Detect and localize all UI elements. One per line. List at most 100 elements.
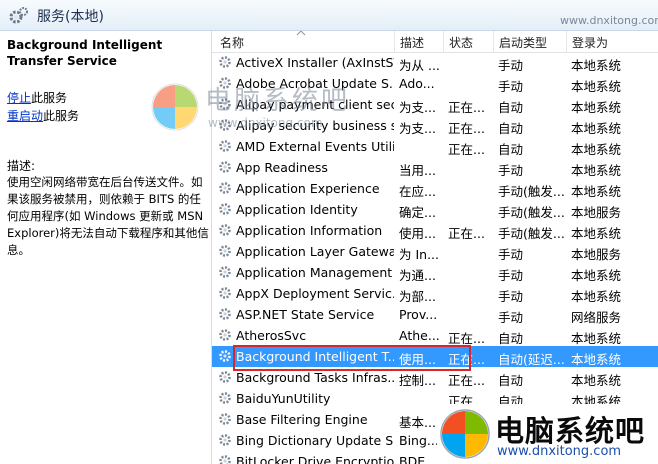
service-startup-cell: 手动: [498, 58, 524, 73]
service-row[interactable]: Application Experience 在应... 手动(触发... 本地系统: [212, 178, 658, 199]
service-name-cell: Background Intelligent T...: [236, 349, 394, 364]
service-description-cell: Prov...: [399, 307, 438, 322]
service-row[interactable]: Background Intelligent T... 使用... 正在... 自动(…: [212, 346, 658, 367]
service-status-cell: 正在...: [448, 331, 485, 346]
column-divider[interactable]: [394, 31, 395, 52]
service-status-cell: 正在...: [448, 142, 485, 157]
service-startup-cell: 手动: [498, 247, 524, 262]
service-gear-icon: [219, 287, 231, 299]
service-logon-cell: 本地系统: [571, 331, 622, 346]
service-logon-cell: 本地系统: [571, 289, 622, 304]
stop-service-suffix: 此服务: [31, 91, 68, 105]
service-gear-icon: [219, 308, 231, 320]
column-description-header[interactable]: 描述: [400, 34, 424, 51]
service-name-cell: Application Information: [236, 223, 383, 238]
service-row[interactable]: Application Management 为通... 手动 本地系统: [212, 262, 658, 283]
service-row[interactable]: AppX Deployment Servic... 为部... 手动 本地系统: [212, 283, 658, 304]
column-divider[interactable]: [493, 31, 494, 52]
watermark-center: 电脑系统吧 www.dnxitong.com: [150, 78, 370, 138]
service-startup-cell: 手动(触发...: [498, 205, 565, 220]
service-logon-cell: 本地系统: [571, 142, 622, 157]
service-row[interactable]: Application Information 使用... 正在... 手动(触发..…: [212, 220, 658, 241]
stop-service-action: 停止此服务: [7, 89, 67, 106]
service-row[interactable]: App Readiness 当用... 手动 本地系统: [212, 157, 658, 178]
service-description-cell: 当用...: [399, 163, 436, 178]
stop-service-link[interactable]: 停止: [7, 91, 31, 105]
service-startup-cell: 自动: [498, 373, 524, 388]
service-status-cell: 正在...: [448, 352, 485, 367]
service-gear-icon: [219, 371, 231, 383]
watermark-top-url: www.dnxitong.com: [560, 14, 658, 27]
watermark-center-title: 电脑系统吧: [205, 86, 351, 116]
service-gear-icon: [219, 392, 231, 404]
service-logon-cell: 本地系统: [571, 100, 622, 115]
service-gear-icon: [219, 245, 231, 257]
service-logon-cell: 本地系统: [571, 58, 622, 73]
service-startup-cell: 手动: [498, 163, 524, 178]
service-gear-icon: [219, 434, 231, 446]
service-logon-cell: 本地系统: [571, 163, 622, 178]
service-gear-icon: [219, 203, 231, 215]
service-name-cell: BaiduYunUtility: [236, 391, 331, 406]
column-status-header[interactable]: 状态: [449, 34, 473, 51]
service-gear-icon: [219, 56, 231, 68]
restart-service-link[interactable]: 重启动: [7, 109, 43, 123]
column-logon-header[interactable]: 登录为: [572, 34, 608, 51]
service-description-cell: 为支...: [399, 121, 436, 136]
service-description-cell: Athe...: [399, 328, 440, 343]
column-divider[interactable]: [566, 31, 567, 52]
service-description: 使用空闲网络带宽在后台传送文件。如果该服务被禁用，则依赖于 BITS 的任何应用…: [7, 175, 209, 257]
service-gear-icon: [219, 161, 231, 173]
service-logon-cell: 本地服务: [571, 247, 622, 262]
service-name-cell: Base Filtering Engine: [236, 412, 368, 427]
services-gear-icon: [9, 7, 28, 24]
service-startup-cell: 自动: [498, 100, 524, 115]
service-description-cell: Ado...: [399, 76, 435, 91]
service-description-cell: 使用...: [399, 226, 436, 241]
service-name-cell: ASP.NET State Service: [236, 307, 375, 322]
service-logon-cell: 本地系统: [571, 268, 622, 283]
service-gear-icon: [219, 182, 231, 194]
service-description-cell: 为通...: [399, 268, 436, 283]
service-logon-cell: 本地系统: [571, 352, 622, 367]
service-gear-icon: [219, 140, 231, 152]
service-row[interactable]: AtherosSvc Athe... 正在... 自动 本地系统: [212, 325, 658, 346]
service-startup-cell: 自动: [498, 142, 524, 157]
service-name-cell: AppX Deployment Servic...: [236, 286, 394, 301]
service-name-cell: Application Experience: [236, 181, 380, 196]
service-description-cell: 为支...: [399, 100, 436, 115]
column-name-header[interactable]: 名称: [220, 34, 244, 51]
service-logon-cell: 本地系统: [571, 79, 622, 94]
service-row[interactable]: AMD External Events Utility 正在... 自动 本地系统: [212, 136, 658, 157]
column-header-bar: 名称 描述 状态 启动类型 登录为: [212, 31, 658, 53]
service-description-cell: 为 In...: [399, 247, 440, 262]
service-row[interactable]: Background Tasks Infras... 控制... 正在... 自动 本地…: [212, 367, 658, 388]
service-row[interactable]: ActiveX Installer (AxInstSV) 为从 ... 手动 本地系统: [212, 52, 658, 73]
selected-service-name: Background Intelligent Transfer Service: [7, 38, 163, 68]
service-row[interactable]: Application Layer Gatewa... 为 In... 手动 本地服务: [212, 241, 658, 262]
service-gear-icon: [219, 224, 231, 236]
service-status-cell: 正在...: [448, 226, 485, 241]
windows-logo-icon: [151, 83, 199, 131]
service-startup-cell: 手动: [498, 79, 524, 94]
windows-logo-icon: [440, 409, 490, 459]
service-name-cell: BitLocker Drive Encryptio...: [236, 454, 394, 464]
service-description-cell: 在应...: [399, 184, 436, 199]
service-name-cell: ActiveX Installer (AxInstSV): [236, 55, 394, 70]
restart-service-suffix: 此服务: [43, 109, 80, 123]
service-row[interactable]: ASP.NET State Service Prov... 手动 网络服务: [212, 304, 658, 325]
service-description-cell: 使用...: [399, 352, 436, 367]
sort-ascending-icon: [296, 31, 306, 36]
column-divider[interactable]: [443, 31, 444, 52]
service-description-cell: 控制...: [399, 373, 436, 388]
column-startup-header[interactable]: 启动类型: [499, 34, 547, 51]
service-row[interactable]: Application Identity 确定... 手动(触发... 本地服务: [212, 199, 658, 220]
service-logon-cell: 网络服务: [571, 310, 622, 325]
service-startup-cell: 手动: [498, 268, 524, 283]
service-logon-cell: 本地系统: [571, 184, 622, 199]
service-logon-cell: 本地系统: [571, 226, 622, 241]
watermark-center-url: www.dnxitong.com: [208, 116, 323, 130]
service-status-cell: 正在...: [448, 121, 485, 136]
service-gear-icon: [219, 350, 231, 362]
service-logon-cell: 本地系统: [571, 373, 622, 388]
